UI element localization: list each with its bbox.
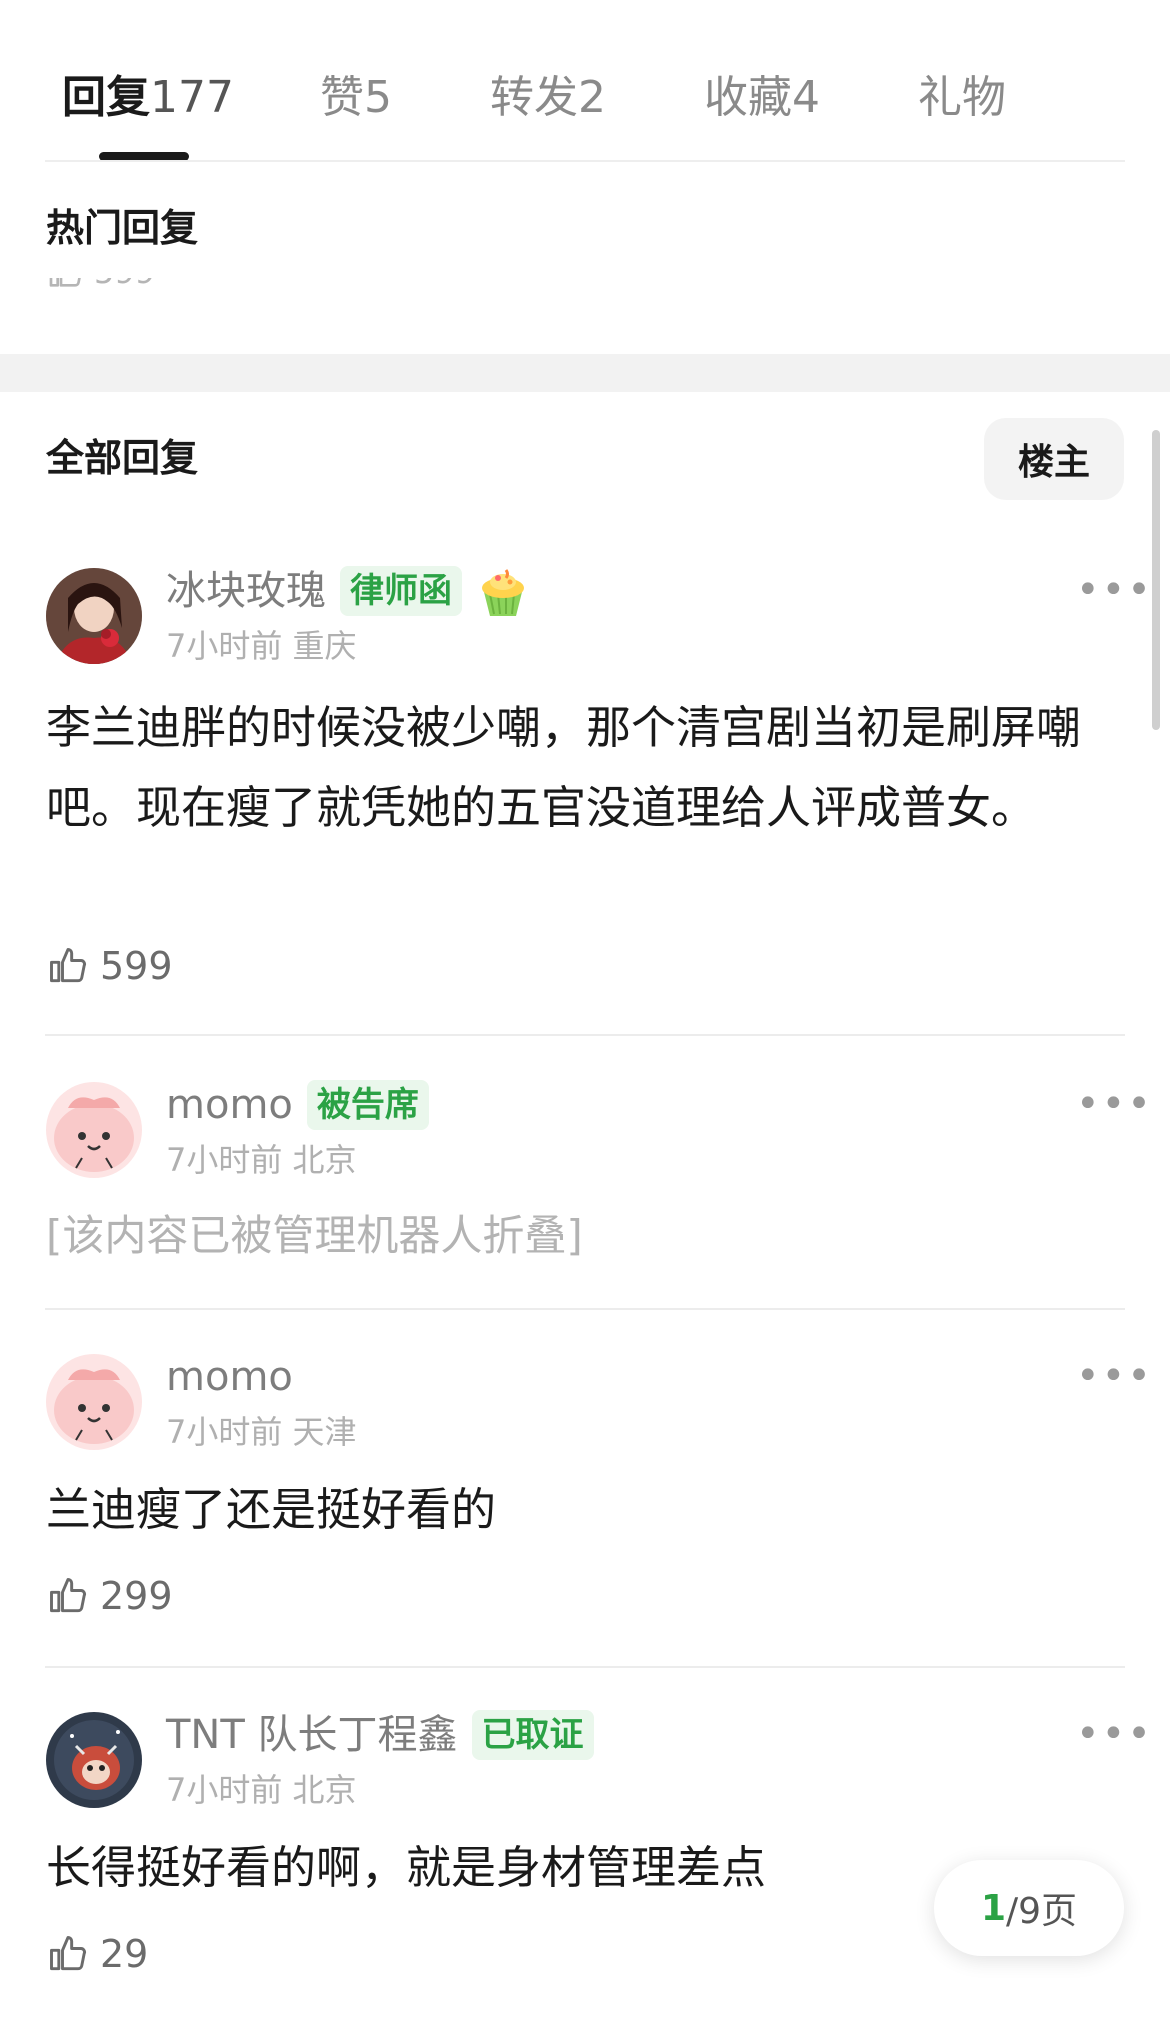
comment-divider [45, 1666, 1125, 1668]
username[interactable]: momo [166, 1352, 293, 1402]
section-separator [0, 354, 1170, 392]
comment-text: 李兰迪胖的时候没被少嘲，那个清宫剧当初是刷屏嘲吧。现在瘦了就凭她的五官没道理给人… [46, 701, 1082, 834]
like-button[interactable]: 599 [46, 942, 173, 990]
page-indicator[interactable]: 1/9页 [934, 1860, 1124, 1956]
user-badge: 已取证 [471, 1710, 594, 1760]
total-pages: /9页 [1006, 1891, 1078, 1932]
more-options-icon[interactable]: ••• [1076, 1356, 1153, 1396]
tab-favorites[interactable]: 收藏4 [704, 70, 820, 126]
username[interactable]: momo 被告席 [166, 1080, 429, 1130]
like-button[interactable]: 29 [46, 1930, 148, 1978]
username[interactable]: 冰块玫瑰 律师函 [166, 566, 530, 620]
avatar[interactable] [46, 1354, 142, 1450]
cartoon-avatar-icon [46, 1712, 142, 1808]
avatar[interactable] [46, 1082, 142, 1178]
all-replies-title: 全部回复 [46, 436, 199, 480]
username[interactable]: TNT 队长丁程鑫 已取证 [166, 1710, 594, 1760]
hot-replies-title: 热门回复 [46, 206, 199, 250]
user-badge: 律师函 [340, 566, 462, 616]
tabs-divider [45, 160, 1125, 162]
reply-tabs: 回复177 赞5 转发2 收藏4 礼物 [0, 0, 1170, 162]
tab-gifts[interactable]: 礼物 [918, 70, 1006, 126]
current-page: 1 [980, 1887, 1006, 1929]
pink-blob-avatar-icon [46, 1354, 142, 1450]
timestamp-location: 7小时前 北京 [166, 1771, 357, 1809]
pink-blob-avatar-icon [46, 1082, 142, 1178]
thumbs-up-icon [50, 948, 86, 983]
more-options-icon[interactable]: ••• [1076, 1714, 1153, 1754]
hot-reply-peek: 599 [46, 278, 186, 308]
comment-divider [45, 1308, 1125, 1310]
tab-reposts[interactable]: 转发2 [490, 70, 606, 126]
more-options-icon[interactable]: ••• [1076, 570, 1153, 610]
comment-divider [45, 1034, 1125, 1036]
user-portrait-icon [46, 568, 142, 664]
thumbs-up-icon [50, 1936, 86, 1971]
user-badge: 被告席 [306, 1080, 429, 1130]
timestamp-location: 7小时前 天津 [166, 1413, 357, 1451]
op-only-filter-button[interactable]: 楼主 [984, 418, 1124, 500]
thumbs-up-icon [49, 278, 81, 287]
timestamp-location: 7小时前 重庆 [166, 627, 357, 665]
more-options-icon[interactable]: ••• [1076, 1084, 1153, 1124]
tab-replies[interactable]: 回复177 [62, 70, 234, 126]
folded-comment-text[interactable]: [该内容已被管理机器人折叠] [46, 1196, 1136, 1276]
tab-likes[interactable]: 赞5 [320, 70, 392, 126]
like-count: 599 [100, 944, 173, 988]
avatar[interactable] [46, 568, 142, 664]
thumbs-up-icon [50, 1578, 86, 1613]
cupcake-icon [482, 569, 524, 616]
like-button[interactable]: 299 [46, 1572, 173, 1620]
like-count: 299 [100, 1574, 173, 1618]
like-count: 29 [100, 1932, 149, 1976]
scrollbar[interactable] [1152, 430, 1160, 730]
avatar[interactable] [46, 1712, 142, 1808]
timestamp-location: 7小时前 北京 [166, 1141, 357, 1179]
comment-text: 兰迪瘦了还是挺好看的 [46, 1483, 497, 1536]
